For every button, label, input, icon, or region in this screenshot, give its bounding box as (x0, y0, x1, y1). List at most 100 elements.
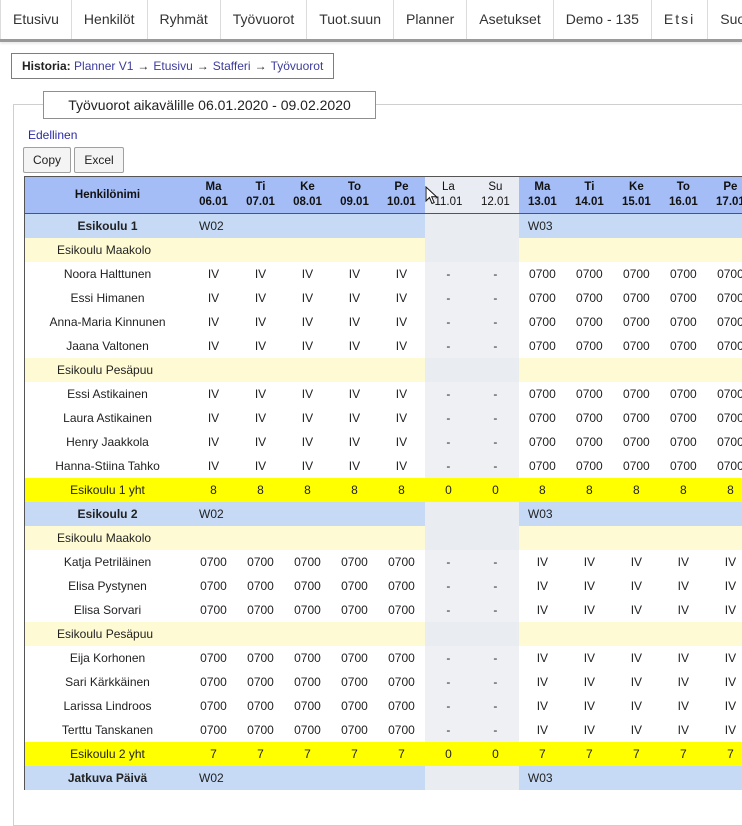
shift-cell[interactable]: 0700 (190, 670, 237, 694)
shift-cell[interactable]: IV (378, 430, 425, 454)
shift-cell[interactable]: - (425, 334, 472, 358)
shift-cell[interactable]: IV (331, 262, 378, 286)
shift-cell[interactable]: 0700 (331, 646, 378, 670)
shift-cell[interactable]: - (425, 430, 472, 454)
shift-cell[interactable]: - (425, 262, 472, 286)
shift-cell[interactable]: - (472, 286, 519, 310)
nav-item-etusivu[interactable]: Etusivu (0, 0, 72, 39)
shift-cell[interactable]: - (472, 598, 519, 622)
shift-cell[interactable]: IV (613, 598, 660, 622)
shift-cell[interactable]: - (425, 646, 472, 670)
shift-cell[interactable]: 0700 (613, 310, 660, 334)
shift-cell[interactable]: IV (566, 598, 613, 622)
shift-cell[interactable]: IV (707, 694, 742, 718)
person-name[interactable]: Eija Korhonen (25, 646, 191, 670)
shift-cell[interactable]: IV (237, 382, 284, 406)
shift-cell[interactable]: 0700 (660, 286, 707, 310)
shift-cell[interactable]: 0700 (190, 574, 237, 598)
shift-cell[interactable]: IV (519, 598, 566, 622)
shift-cell[interactable]: 0700 (660, 310, 707, 334)
shift-cell[interactable]: 0700 (190, 598, 237, 622)
shift-cell[interactable]: IV (566, 646, 613, 670)
shift-cell[interactable]: 0700 (660, 406, 707, 430)
shift-cell[interactable]: IV (331, 382, 378, 406)
person-name[interactable]: Anna-Maria Kinnunen (25, 310, 191, 334)
shift-cell[interactable]: 0700 (378, 694, 425, 718)
shift-cell[interactable]: 0700 (660, 382, 707, 406)
shift-cell[interactable]: IV (378, 262, 425, 286)
shift-cell[interactable]: 0700 (284, 670, 331, 694)
shift-cell[interactable]: IV (378, 286, 425, 310)
nav-item-etsi[interactable]: Etsi (652, 0, 708, 39)
shift-cell[interactable]: - (472, 454, 519, 478)
shift-cell[interactable]: 0700 (331, 718, 378, 742)
shift-cell[interactable]: IV (707, 670, 742, 694)
shift-cell[interactable]: IV (519, 694, 566, 718)
shift-cell[interactable]: IV (331, 454, 378, 478)
shift-cell[interactable]: 0700 (331, 670, 378, 694)
shift-cell[interactable]: 0700 (707, 382, 742, 406)
shift-cell[interactable]: 0700 (613, 406, 660, 430)
excel-button[interactable]: Excel (74, 147, 124, 173)
previous-link[interactable]: Edellinen (28, 128, 77, 142)
shift-cell[interactable]: IV (237, 262, 284, 286)
shift-cell[interactable]: IV (331, 286, 378, 310)
shift-cell[interactable]: IV (190, 286, 237, 310)
shift-cell[interactable]: 0700 (613, 430, 660, 454)
shift-cell[interactable]: IV (284, 430, 331, 454)
shift-cell[interactable]: 0700 (519, 406, 566, 430)
shift-cell[interactable]: IV (190, 262, 237, 286)
person-name[interactable]: Hanna-Stiina Tahko (25, 454, 191, 478)
shift-cell[interactable]: - (472, 334, 519, 358)
shift-cell[interactable]: IV (660, 550, 707, 574)
person-name[interactable]: Laura Astikainen (25, 406, 191, 430)
shift-cell[interactable]: 0700 (707, 406, 742, 430)
shift-cell[interactable]: 0700 (237, 694, 284, 718)
shift-cell[interactable]: 0700 (566, 382, 613, 406)
shift-cell[interactable]: 0700 (237, 550, 284, 574)
shift-cell[interactable]: IV (284, 454, 331, 478)
shift-cell[interactable]: 0700 (613, 454, 660, 478)
shift-cell[interactable]: 0700 (190, 718, 237, 742)
shift-cell[interactable]: 0700 (566, 262, 613, 286)
shift-cell[interactable]: - (425, 310, 472, 334)
shift-cell[interactable]: 0700 (566, 454, 613, 478)
shift-cell[interactable]: IV (378, 454, 425, 478)
shift-cell[interactable]: IV (613, 718, 660, 742)
shift-cell[interactable]: 0700 (519, 262, 566, 286)
shift-cell[interactable]: 0700 (566, 310, 613, 334)
shift-cell[interactable]: IV (190, 334, 237, 358)
shift-cell[interactable]: IV (660, 718, 707, 742)
shift-cell[interactable]: 0700 (284, 574, 331, 598)
copy-button[interactable]: Copy (23, 147, 71, 173)
shift-cell[interactable]: 0700 (237, 646, 284, 670)
shift-cell[interactable]: IV (284, 334, 331, 358)
shift-cell[interactable]: - (472, 694, 519, 718)
shift-cell[interactable]: 0700 (284, 550, 331, 574)
shift-cell[interactable]: 0700 (566, 286, 613, 310)
shift-cell[interactable]: 0700 (613, 262, 660, 286)
shift-cell[interactable]: IV (566, 694, 613, 718)
shift-cell[interactable]: IV (519, 670, 566, 694)
person-name[interactable]: Terttu Tanskanen (25, 718, 191, 742)
shift-cell[interactable]: IV (378, 406, 425, 430)
shift-cell[interactable]: 0700 (660, 454, 707, 478)
shift-cell[interactable]: - (472, 262, 519, 286)
shift-cell[interactable]: 0700 (519, 310, 566, 334)
shift-cell[interactable]: - (425, 382, 472, 406)
shift-cell[interactable]: 0700 (331, 694, 378, 718)
shift-cell[interactable]: IV (519, 550, 566, 574)
shift-cell[interactable]: IV (331, 406, 378, 430)
shift-cell[interactable]: - (425, 550, 472, 574)
shift-cell[interactable]: IV (660, 598, 707, 622)
shift-cell[interactable]: IV (237, 310, 284, 334)
shift-cell[interactable]: 0700 (237, 718, 284, 742)
person-name[interactable]: Larissa Lindroos (25, 694, 191, 718)
person-name[interactable]: Katja Petriläinen (25, 550, 191, 574)
shift-cell[interactable]: 0700 (613, 286, 660, 310)
person-name[interactable]: Essi Himanen (25, 286, 191, 310)
shift-cell[interactable]: IV (331, 310, 378, 334)
shift-cell[interactable]: - (425, 694, 472, 718)
shift-cell[interactable]: 0700 (660, 334, 707, 358)
shift-cell[interactable]: IV (660, 694, 707, 718)
